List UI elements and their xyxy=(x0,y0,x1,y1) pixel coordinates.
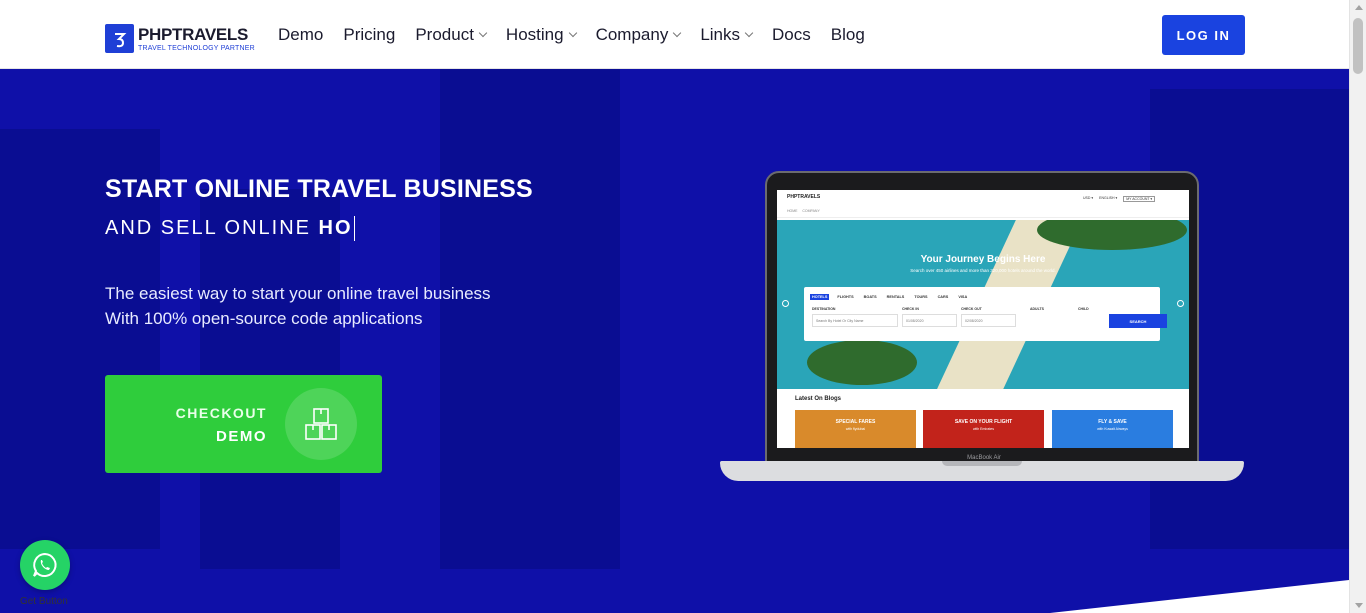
nav-item-pricing[interactable]: Pricing xyxy=(343,25,395,45)
mock-site-topbar: PHPTRAVELS USD ▾ ENGLISH ▾ MY ACCOUNT ▾ … xyxy=(777,190,1189,218)
mock-hero-image: Your Journey Begins Here Search over 450… xyxy=(777,220,1189,389)
chevron-down-icon xyxy=(478,28,488,38)
mock-logo: PHPTRAVELS xyxy=(787,194,821,200)
hero-bottom-curve xyxy=(0,580,1349,613)
chevron-down-icon xyxy=(744,28,754,38)
logo-tagline: TRAVEL TECHNOLOGY PARTNER xyxy=(138,44,255,52)
login-button[interactable]: LOG IN xyxy=(1162,15,1245,55)
scroll-up-icon[interactable] xyxy=(1355,5,1363,10)
mock-blog-card: FLY & SAVE with Kuwait Airways xyxy=(1052,410,1173,448)
scroll-down-icon[interactable] xyxy=(1355,603,1363,608)
page-scrollbar[interactable] xyxy=(1349,0,1366,613)
laptop-mockup: PHPTRAVELS USD ▾ ENGLISH ▾ MY ACCOUNT ▾ … xyxy=(720,171,1244,503)
mock-breadcrumb: HOME COMPANY xyxy=(787,209,820,213)
nav-item-blog[interactable]: Blog xyxy=(831,25,865,45)
boxes-icon xyxy=(285,388,357,460)
typing-caret xyxy=(353,216,355,241)
laptop-notch xyxy=(942,461,1022,466)
main-nav: Demo Pricing Product Hosting Company Lin… xyxy=(278,25,885,45)
mock-next-arrow-icon xyxy=(1177,300,1184,307)
laptop-lid: PHPTRAVELS USD ▾ ENGLISH ▾ MY ACCOUNT ▾ … xyxy=(765,171,1199,467)
cta-line2: DEMO xyxy=(216,428,267,445)
chevron-down-icon xyxy=(568,28,577,38)
nav-item-docs[interactable]: Docs xyxy=(772,25,811,45)
whatsapp-icon xyxy=(33,552,57,577)
hero-title: START ONLINE TRAVEL BUSINESS xyxy=(105,175,533,203)
whatsapp-button[interactable] xyxy=(20,540,70,590)
scroll-thumb[interactable] xyxy=(1353,18,1363,74)
hero-subtitle: AND SELL ONLINE HO xyxy=(105,216,355,241)
mock-prev-arrow-icon xyxy=(782,300,789,307)
nav-item-product[interactable]: Product xyxy=(415,25,488,45)
mock-blog-card: SAVE ON YOUR FLIGHT with Emirates xyxy=(923,410,1044,448)
nav-item-company[interactable]: Company xyxy=(596,25,682,45)
logo-name: PHPTRAVELS xyxy=(138,24,249,44)
hero-description: The easiest way to start your online tra… xyxy=(105,284,491,328)
checkout-demo-button[interactable]: CHECKOUT DEMO xyxy=(105,375,382,473)
chevron-down-icon xyxy=(673,28,682,38)
site-logo[interactable]: PHPTRAVELS TRAVEL TECHNOLOGY PARTNER xyxy=(105,24,255,53)
mock-blog-card: SPECIAL FARES with flydubai xyxy=(795,410,916,448)
hero-typed-word: HO xyxy=(318,216,353,239)
nav-item-hosting[interactable]: Hosting xyxy=(506,25,577,45)
logo-mark-icon xyxy=(105,24,134,53)
whatsapp-label: Get Button xyxy=(20,596,68,607)
site-header: PHPTRAVELS TRAVEL TECHNOLOGY PARTNER Dem… xyxy=(0,0,1349,69)
laptop-screen: PHPTRAVELS USD ▾ ENGLISH ▾ MY ACCOUNT ▾ … xyxy=(777,190,1189,448)
mock-search-box: HOTELS FLIGHTS BOATS RENTALS TOURS CARS … xyxy=(804,287,1167,341)
nav-item-demo[interactable]: Demo xyxy=(278,25,323,45)
mock-hero-subtitle: Search over 450 airlines and more than 3… xyxy=(910,268,1056,273)
mock-hero-title: Your Journey Begins Here xyxy=(920,254,1046,265)
nav-item-links[interactable]: Links xyxy=(700,25,754,45)
cta-line1: CHECKOUT xyxy=(175,405,267,421)
mock-blogs-heading: Latest On Blogs xyxy=(795,396,842,402)
